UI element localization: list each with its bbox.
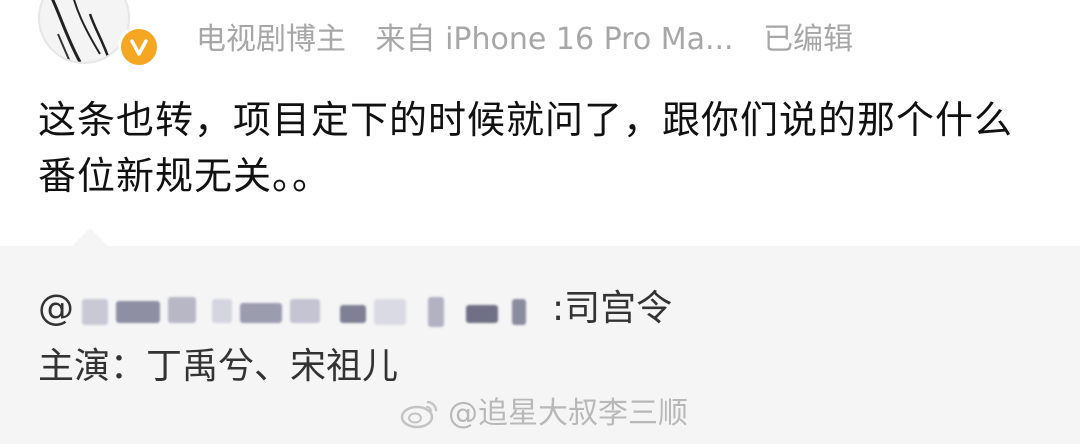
post-source-device[interactable]: 来自 iPhone 16 Pro Ma... [376, 22, 734, 57]
edited-indicator[interactable]: 已编辑 [763, 22, 853, 57]
weibo-logo-icon [400, 398, 440, 430]
repost-pointer [72, 228, 108, 246]
repost-source-name: :司宫令 [552, 288, 673, 329]
avatar-image [51, 0, 112, 62]
watermark-text: @追星大叔李三顺 [448, 396, 688, 431]
repost-author-line[interactable]: @ :司宫令 [38, 284, 672, 334]
user-category-label: 电视剧博主 [196, 22, 346, 57]
verified-badge-icon [118, 26, 160, 68]
repost-cast-line: 主演：丁禹兮、宋祖儿 [38, 346, 399, 387]
redacted-username [78, 289, 548, 329]
repost-at-symbol: @ [38, 288, 74, 329]
post-body-text: 这条也转，项目定下的时候就问了，跟你们说的那个什么番位新规无关。。 [38, 98, 1014, 198]
post-meta: 电视剧博主 来自 iPhone 16 Pro Ma... 已编辑 [196, 18, 873, 62]
avatar[interactable] [38, 0, 130, 64]
avatar-container[interactable] [38, 0, 160, 68]
watermark: @追星大叔李三顺 [400, 394, 688, 434]
